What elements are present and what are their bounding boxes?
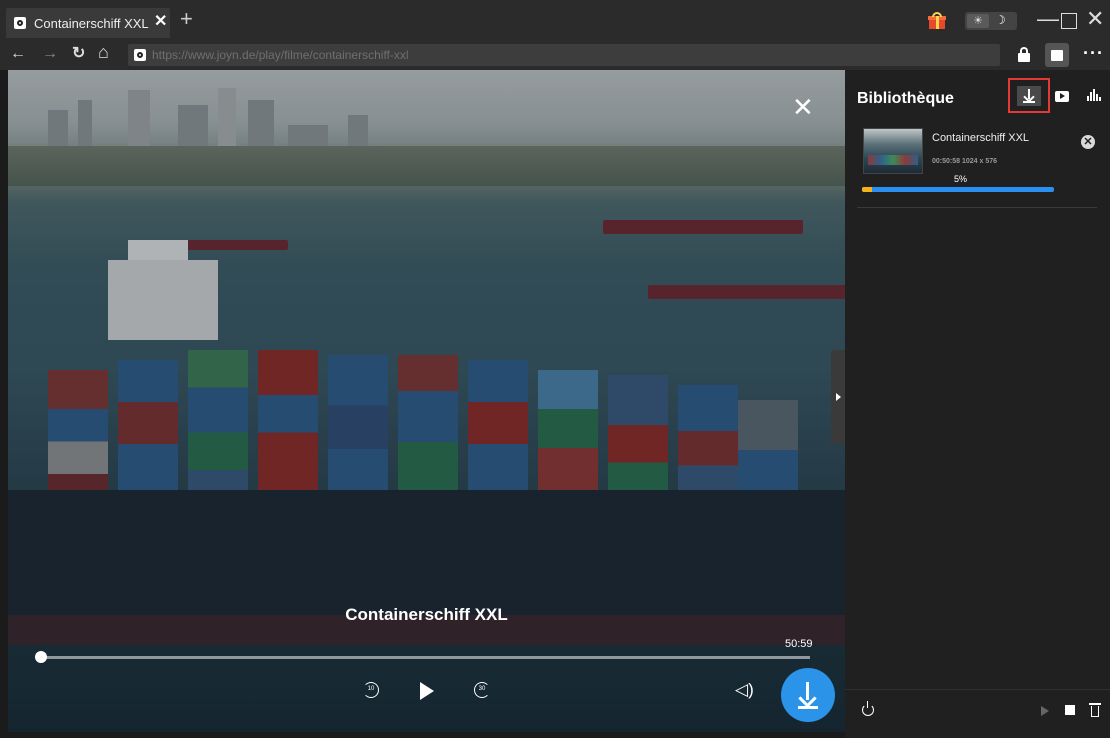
title-bar: Containerschiff XXL s ✕ + ☀ ☽ — ✕ bbox=[0, 0, 1110, 40]
theme-toggle[interactable]: ☀ ☽ bbox=[965, 12, 1017, 30]
gift-icon[interactable] bbox=[928, 12, 946, 29]
video-thumbnail bbox=[863, 128, 923, 174]
power-icon[interactable] bbox=[862, 701, 874, 716]
lock-icon[interactable] bbox=[1018, 47, 1030, 62]
site-favicon-icon bbox=[14, 17, 26, 29]
reload-icon[interactable]: ↻ bbox=[72, 44, 85, 64]
navigation-bar: ← → ↻ ⌂ https://www.joyn.de/play/filme/c… bbox=[0, 40, 1110, 70]
rewind-icon[interactable]: 10 bbox=[363, 682, 379, 698]
video-title: Containerschiff XXL bbox=[345, 605, 508, 624]
download-item[interactable]: Containerschiff XXL 00:50:58 1024 x 576 … bbox=[857, 120, 1095, 208]
volume-icon[interactable]: ◁) bbox=[735, 680, 754, 700]
trash-icon[interactable] bbox=[1089, 703, 1101, 717]
library-title: Bibliothèque bbox=[857, 90, 954, 107]
audio-tab-icon[interactable] bbox=[1087, 89, 1101, 103]
library-panel: Bibliothèque Containerschiff XXL 00:50:5… bbox=[845, 70, 1110, 738]
video-duration: 50:59 bbox=[785, 638, 813, 650]
url-text[interactable]: https://www.joyn.de/play/filme/container… bbox=[152, 48, 409, 62]
item-progress-bar bbox=[862, 187, 1054, 192]
tab-close-icon[interactable]: ✕ bbox=[154, 13, 167, 31]
tab-title: Containerschiff XXL s bbox=[34, 16, 149, 31]
minimize-button[interactable]: — bbox=[1037, 6, 1059, 32]
home-icon[interactable]: ⌂ bbox=[98, 42, 109, 62]
divider bbox=[857, 207, 1097, 208]
start-all-icon[interactable] bbox=[1041, 706, 1049, 716]
more-menu-icon[interactable]: ··· bbox=[1083, 43, 1104, 64]
download-button[interactable] bbox=[781, 668, 835, 722]
panel-collapse-handle[interactable] bbox=[831, 350, 845, 444]
item-progress-fill bbox=[862, 187, 872, 192]
item-progress-text: 5% bbox=[954, 174, 968, 184]
remove-item-icon[interactable]: ✕ bbox=[1081, 135, 1095, 149]
sun-icon[interactable]: ☀ bbox=[967, 14, 989, 28]
downloads-tab[interactable] bbox=[1008, 78, 1050, 113]
moon-icon[interactable]: ☽ bbox=[995, 13, 1006, 27]
site-favicon-icon bbox=[134, 49, 146, 61]
stop-all-icon[interactable] bbox=[1065, 705, 1075, 715]
video-player[interactable]: ✕ Containerschiff XXL 50:59 10 30 ◁) bbox=[8, 70, 845, 732]
store-icon[interactable] bbox=[1045, 43, 1069, 67]
item-name: Containerschiff XXL bbox=[932, 132, 1030, 144]
new-tab-button[interactable]: + bbox=[180, 8, 193, 30]
seek-bar[interactable] bbox=[40, 656, 810, 659]
video-tab-icon[interactable] bbox=[1055, 91, 1069, 102]
maximize-button[interactable] bbox=[1061, 13, 1077, 29]
play-icon[interactable] bbox=[420, 682, 434, 700]
panel-footer bbox=[845, 689, 1110, 738]
seek-handle[interactable] bbox=[35, 651, 47, 663]
fast-forward-icon[interactable]: 30 bbox=[474, 682, 490, 698]
video-dim-overlay bbox=[8, 70, 845, 732]
window-close-button[interactable]: ✕ bbox=[1086, 6, 1104, 32]
close-player-icon[interactable]: ✕ bbox=[792, 94, 814, 120]
browser-tab[interactable]: Containerschiff XXL s ✕ bbox=[6, 8, 170, 38]
forward-icon[interactable]: → bbox=[42, 44, 58, 64]
back-icon[interactable]: ← bbox=[10, 44, 26, 64]
item-meta: 00:50:58 1024 x 576 bbox=[932, 158, 997, 165]
address-bar[interactable]: https://www.joyn.de/play/filme/container… bbox=[128, 44, 1000, 66]
